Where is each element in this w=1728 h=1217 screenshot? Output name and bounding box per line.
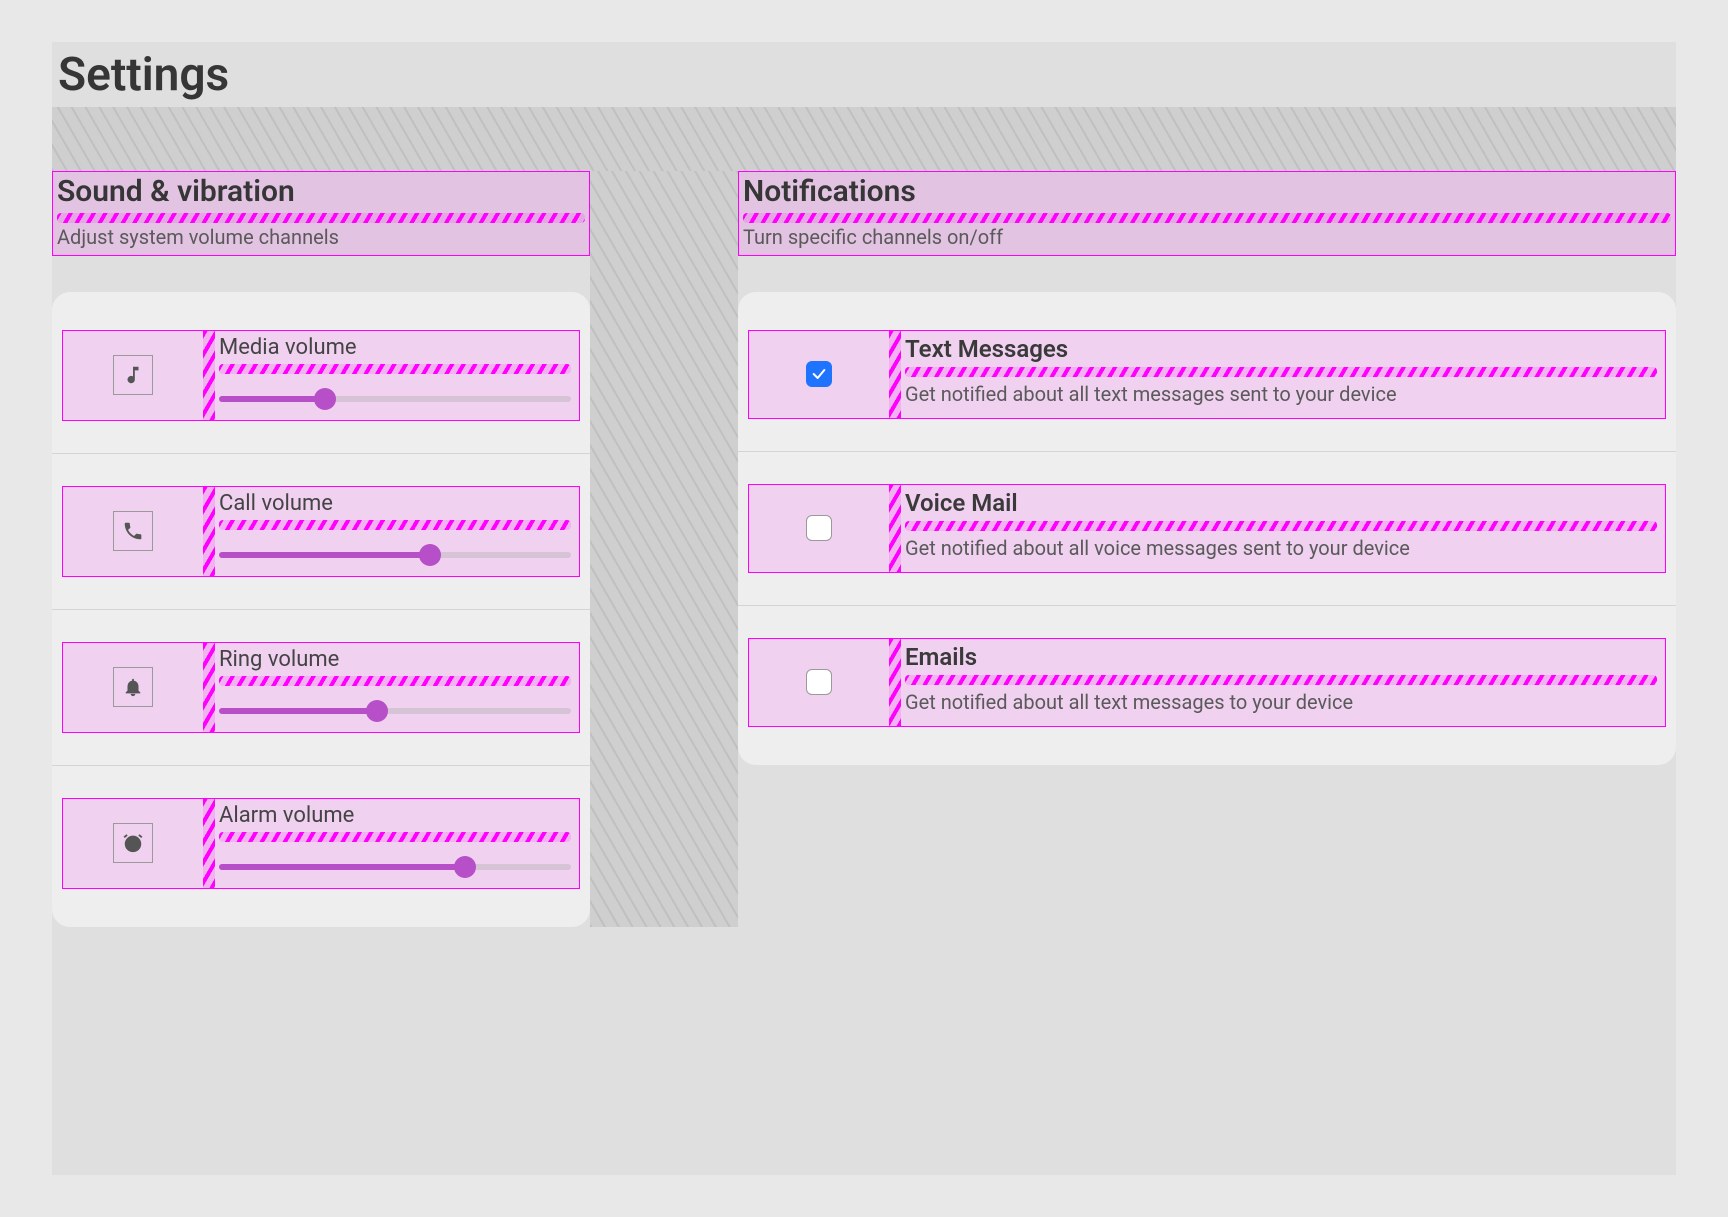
phone-icon (113, 511, 153, 551)
decorative-rule (57, 213, 585, 223)
page-title: Settings (52, 42, 1676, 107)
volume-row-ring: Ring volume (62, 642, 580, 733)
notifications-section-subtitle: Turn specific channels on/off (743, 225, 1671, 249)
sound-card: Media volume (52, 292, 590, 927)
decorative-rule (905, 367, 1657, 377)
decorative-rule (219, 520, 571, 530)
notification-desc: Get notified about all voice messages se… (905, 535, 1657, 562)
notification-desc: Get notified about all text messages sen… (905, 381, 1657, 408)
notifications-card: Text Messages Get notified about all tex… (738, 292, 1676, 765)
spacer (52, 107, 1676, 171)
volume-label: Media volume (219, 335, 571, 360)
notification-row-emails: Emails Get notified about all text messa… (748, 638, 1666, 727)
notifications-section-header: Notifications Turn specific channels on/… (738, 171, 1676, 256)
ring-volume-slider[interactable] (219, 700, 571, 722)
decorative-rule (203, 643, 215, 732)
notification-title: Emails (905, 643, 1657, 671)
sound-column: Sound & vibration Adjust system volume c… (52, 171, 590, 927)
decorative-rule (905, 521, 1657, 531)
notification-row-text-messages: Text Messages Get notified about all tex… (748, 330, 1666, 419)
decorative-rule (203, 331, 215, 420)
decorative-rule (219, 364, 571, 374)
settings-page: Settings Sound & vibration Adjust system… (52, 42, 1676, 1175)
alarm-volume-slider[interactable] (219, 856, 571, 878)
volume-row-media: Media volume (62, 330, 580, 421)
music-note-icon (113, 355, 153, 395)
volume-row-call: Call volume (62, 486, 580, 577)
volume-row-alarm: Alarm volume (62, 798, 580, 889)
voice-mail-checkbox[interactable] (806, 515, 832, 541)
volume-label: Alarm volume (219, 803, 571, 828)
decorative-rule (219, 676, 571, 686)
sound-section-header: Sound & vibration Adjust system volume c… (52, 171, 590, 256)
decorative-rule (889, 331, 901, 418)
decorative-rule (203, 799, 215, 888)
sound-section-subtitle: Adjust system volume channels (57, 225, 585, 249)
emails-checkbox[interactable] (806, 669, 832, 695)
sound-section-title: Sound & vibration (57, 174, 585, 209)
text-messages-checkbox[interactable] (806, 361, 832, 387)
column-gap (590, 171, 738, 927)
decorative-rule (905, 675, 1657, 685)
notification-title: Voice Mail (905, 489, 1657, 517)
notification-desc: Get notified about all text messages to … (905, 689, 1657, 716)
notification-title: Text Messages (905, 335, 1657, 363)
notifications-section-title: Notifications (743, 174, 1671, 209)
volume-label: Ring volume (219, 647, 571, 672)
alarm-clock-icon (113, 823, 153, 863)
decorative-rule (203, 487, 215, 576)
notifications-column: Notifications Turn specific channels on/… (738, 171, 1676, 765)
media-volume-slider[interactable] (219, 388, 571, 410)
decorative-rule (743, 213, 1671, 223)
decorative-rule (219, 832, 571, 842)
notification-row-voice-mail: Voice Mail Get notified about all voice … (748, 484, 1666, 573)
call-volume-slider[interactable] (219, 544, 571, 566)
bell-icon (113, 667, 153, 707)
decorative-rule (889, 639, 901, 726)
decorative-rule (889, 485, 901, 572)
volume-label: Call volume (219, 491, 571, 516)
